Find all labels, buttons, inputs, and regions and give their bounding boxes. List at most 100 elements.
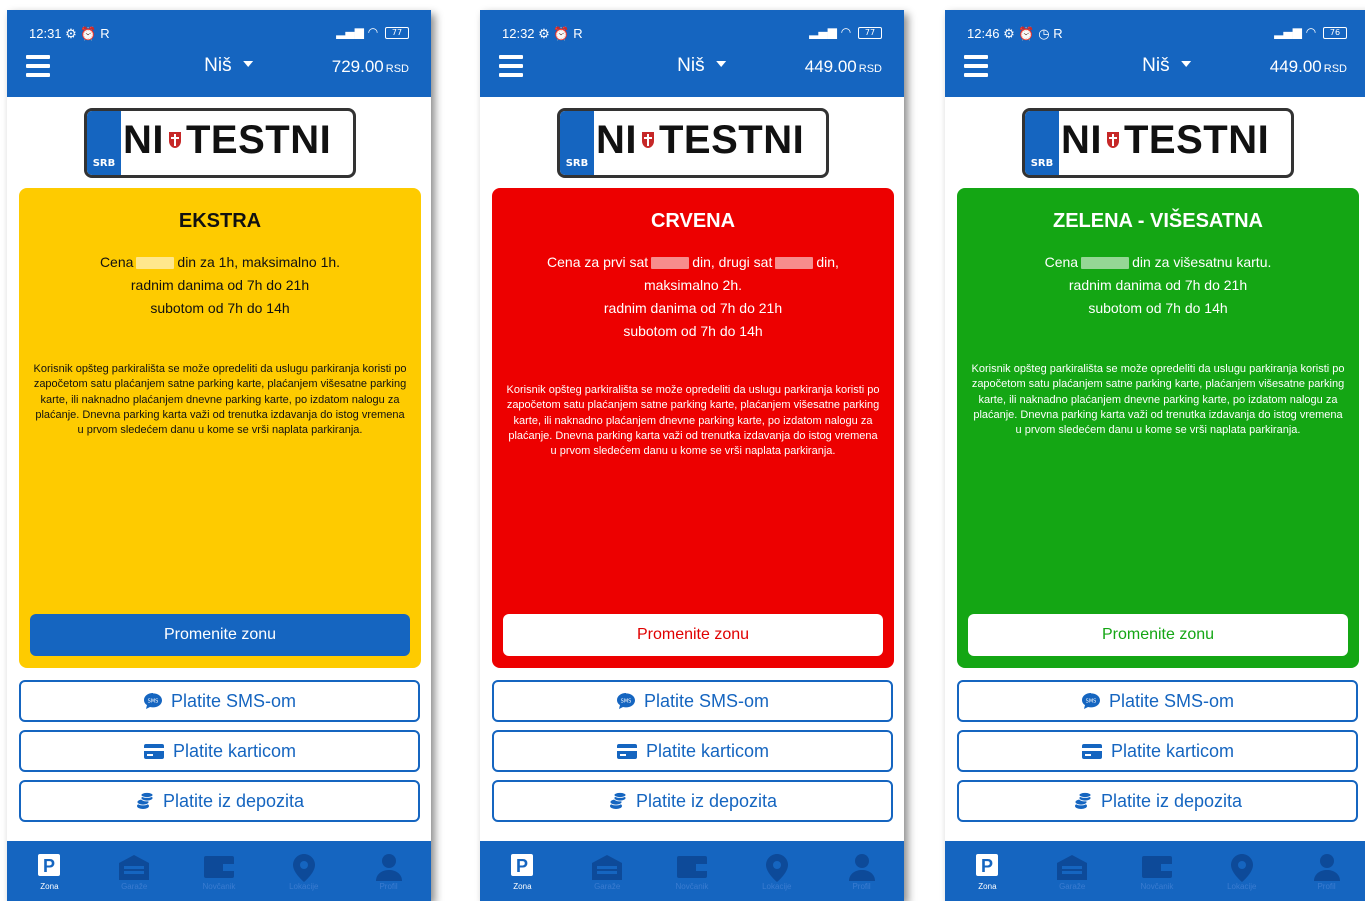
nav-wallet[interactable]: Novčanik: [650, 841, 735, 901]
profile-icon: [1313, 854, 1340, 881]
zone-title: EKSTRA: [178, 210, 262, 232]
nav-wallet[interactable]: Novčanik: [1115, 841, 1200, 901]
plate-number: TESTNI: [1124, 118, 1270, 162]
zone-description: Korisnik opšteg parkirališta se može opr…: [33, 363, 407, 437]
status-bar-icons: ▂▄▆ ◠ 77: [336, 25, 409, 39]
account-balance: 449.00 RSD: [1269, 57, 1347, 76]
location-icon: [1230, 854, 1253, 882]
svg-text:P: P: [516, 856, 528, 876]
pay-sms-button[interactable]: SMS Platite SMS-om: [492, 680, 893, 722]
city-selector[interactable]: Niš: [677, 55, 727, 77]
pay-sms-button[interactable]: SMS Platite SMS-om: [957, 680, 1358, 722]
nav-locations[interactable]: Lokacije: [734, 841, 819, 901]
coins-icon: [609, 792, 627, 809]
wallet-icon: [676, 856, 707, 878]
wallet-icon: [203, 856, 234, 878]
serbian-crest-icon: [169, 132, 181, 148]
caret-down-icon: [716, 60, 727, 67]
credit-card-icon: [616, 744, 637, 759]
change-zone-button[interactable]: Promenite zonu: [503, 614, 883, 656]
bottom-navigation: P Zona Garaže Novčanik Lokacije Profil: [7, 841, 431, 901]
city-selector[interactable]: Niš: [1142, 55, 1192, 77]
app-header: 12:32 ⚙ ⏰ R ▂▄▆ ◠ 77 Niš 449.00 RSD: [480, 10, 904, 97]
pay-deposit-button[interactable]: Platite iz depozita: [492, 780, 893, 822]
battery-icon: 76: [1323, 26, 1347, 39]
status-bar-time: 12:32 ⚙ ⏰ R: [502, 26, 583, 41]
sms-icon: SMS: [143, 693, 162, 709]
redacted-price: [651, 257, 690, 270]
phone-screen-ekstra: 12:31 ⚙ ⏰ R ▂▄▆ ◠ 77 Niš 729.00 RSD SRB N…: [7, 10, 431, 901]
change-zone-button[interactable]: Promenite zonu: [968, 614, 1348, 656]
account-balance: 729.00 RSD: [331, 57, 409, 76]
nav-locations[interactable]: Lokacije: [261, 841, 346, 901]
pay-deposit-button[interactable]: Platite iz depozita: [957, 780, 1358, 822]
hamburger-menu-icon[interactable]: [26, 55, 50, 77]
plate-country-strip: SRB: [560, 111, 594, 175]
nav-garages[interactable]: Garaže: [1030, 841, 1115, 901]
serbian-crest-icon: [1107, 132, 1119, 148]
zone-title: ZELENA - VIŠESATNA: [1052, 210, 1263, 232]
phone-screen-zelena: 12:46 ⚙ ⏰ ◷ R ▂▄▆ ◠ 76 Niš 449.00 RSD SRB…: [945, 10, 1365, 901]
city-name: Niš: [204, 55, 232, 76]
garage-icon: [119, 855, 150, 880]
wifi-icon: ◠: [1305, 25, 1317, 39]
hamburger-menu-icon[interactable]: [964, 55, 988, 77]
pay-deposit-button[interactable]: Platite iz depozita: [19, 780, 420, 822]
serbian-crest-icon: [642, 132, 654, 148]
nav-profile[interactable]: Profil: [819, 841, 904, 901]
pay-card-button[interactable]: Platite karticom: [19, 730, 420, 772]
nav-garages[interactable]: Garaže: [92, 841, 177, 901]
wallet-icon: [1141, 856, 1172, 878]
license-plate[interactable]: SRB NI TESTNI: [557, 108, 829, 178]
battery-icon: 77: [858, 26, 882, 39]
pay-card-button[interactable]: Platite karticom: [957, 730, 1358, 772]
plate-city-code: NI: [1061, 118, 1102, 162]
parking-icon: P: [38, 854, 61, 876]
pay-card-button[interactable]: Platite karticom: [492, 730, 893, 772]
bottom-navigation: P Zona Garaže Novčanik Lokacije Profil: [945, 841, 1365, 901]
profile-icon: [375, 854, 402, 881]
plate-number: TESTNI: [659, 118, 805, 162]
plate-country-strip: SRB: [1025, 111, 1059, 175]
nav-zone[interactable]: P Zona: [945, 841, 1030, 901]
nav-zone[interactable]: P Zona: [7, 841, 92, 901]
nav-profile[interactable]: Profil: [1284, 841, 1365, 901]
change-zone-button[interactable]: Promenite zonu: [30, 614, 410, 656]
garage-icon: [1057, 855, 1088, 880]
zone-card: CRVENA Cena za prvi sat din, drugi sat din…: [492, 188, 894, 668]
plate-city-code: NI: [596, 118, 637, 162]
city-name: Niš: [677, 55, 705, 76]
credit-card-icon: [1081, 744, 1102, 759]
signal-icon: ▂▄▆: [809, 25, 837, 39]
nav-garages[interactable]: Garaže: [565, 841, 650, 901]
zone-card: EKSTRA Cena din za 1h, maksimalno 1h. rad…: [19, 188, 421, 668]
zone-price-info: Cena din za višesatnu kartu. radnim danim…: [1044, 254, 1272, 316]
plate-country-strip: SRB: [87, 111, 121, 175]
caret-down-icon: [1181, 60, 1192, 67]
parking-icon: P: [511, 854, 534, 876]
svg-text:P: P: [43, 856, 55, 876]
wifi-icon: ◠: [367, 25, 379, 39]
wifi-icon: ◠: [840, 25, 852, 39]
city-name: Niš: [1142, 55, 1170, 76]
nav-locations[interactable]: Lokacije: [1199, 841, 1284, 901]
bottom-navigation: P Zona Garaže Novčanik Lokacije Profil: [480, 841, 904, 901]
svg-text:SMS: SMS: [621, 699, 632, 705]
nav-zone[interactable]: P Zona: [480, 841, 565, 901]
zone-description: Korisnik opšteg parkirališta se može opr…: [506, 384, 880, 458]
nav-wallet[interactable]: Novčanik: [177, 841, 262, 901]
nav-profile[interactable]: Profil: [346, 841, 431, 901]
license-plate[interactable]: SRB NI TESTNI: [84, 108, 356, 178]
profile-icon: [848, 854, 875, 881]
status-bar-time: 12:46 ⚙ ⏰ ◷ R: [967, 26, 1063, 41]
zone-description: Korisnik opšteg parkirališta se može opr…: [971, 363, 1345, 437]
redacted-price: [1081, 257, 1130, 270]
pay-sms-button[interactable]: SMS Platite SMS-om: [19, 680, 420, 722]
plate-city-code: NI: [123, 118, 164, 162]
credit-card-icon: [143, 744, 164, 759]
license-plate[interactable]: SRB NI TESTNI: [1022, 108, 1294, 178]
city-selector[interactable]: Niš: [204, 55, 254, 77]
status-bar-time: 12:31 ⚙ ⏰ R: [29, 26, 110, 41]
app-header: 12:31 ⚙ ⏰ R ▂▄▆ ◠ 77 Niš 729.00 RSD: [7, 10, 431, 97]
hamburger-menu-icon[interactable]: [499, 55, 523, 77]
